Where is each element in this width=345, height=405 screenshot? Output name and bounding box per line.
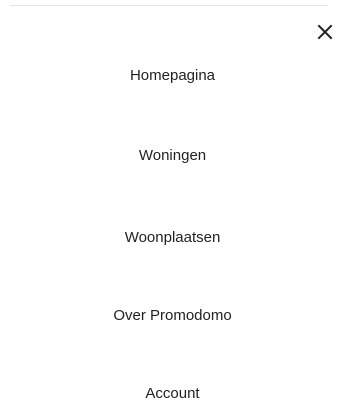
mobile-menu-panel: Homepagina Woningen Woonplaatsen Over Pr… [0,0,345,405]
nav-item-over-promodomo[interactable]: Over Promodomo [0,306,345,326]
top-divider [10,5,328,6]
nav-item-woningen[interactable]: Woningen [0,146,345,166]
nav-item-homepagina[interactable]: Homepagina [0,66,345,86]
nav-item-account[interactable]: Account [0,384,345,404]
nav-item-woonplaatsen[interactable]: Woonplaatsen [0,228,345,248]
close-icon [313,20,337,44]
close-menu-button[interactable] [313,20,337,44]
